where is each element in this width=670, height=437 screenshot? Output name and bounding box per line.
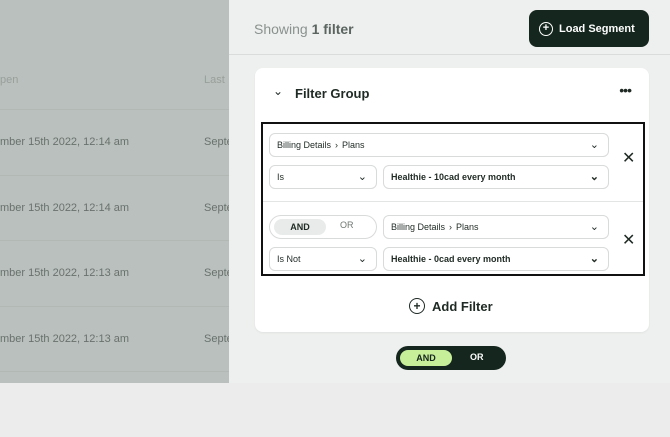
plus-circle-icon: + [539,21,553,36]
filter-count-value: 1 filter [311,21,354,37]
operator-label: Is [277,172,285,182]
property-select[interactable]: Billing Details › Plans ⌄ [383,215,609,239]
group-or-option[interactable]: OR [470,352,484,362]
chevron-down-icon: ⌄ [589,253,599,265]
property-select[interactable]: Billing Details › Plans ⌄ [269,133,609,157]
filter-group-card: ⌄ Filter Group ••• Billing Details › Pla… [255,68,649,332]
chevron-down-icon: ⌄ [589,139,599,151]
header-divider [229,54,670,55]
and-or-toggle[interactable]: AND OR [269,215,377,239]
filter-group-title: Filter Group [295,86,370,101]
chevron-down-icon: ⌄ [357,253,367,265]
operator-select[interactable]: Is ⌄ [269,165,377,189]
property-label: Billing Details [277,140,332,150]
chevron-down-icon: ⌄ [589,171,599,183]
filter-count-prefix: Showing [254,21,308,37]
chevron-down-icon: ⌄ [357,171,367,183]
remove-filter-icon[interactable]: ✕ [622,230,635,250]
remove-filter-icon[interactable]: ✕ [622,148,635,168]
filter-list: Billing Details › Plans ⌄ Is ⌄ Healthie … [261,122,645,276]
and-option[interactable]: AND [274,219,326,235]
add-filter-button[interactable]: + Add Filter [409,298,493,314]
breadcrumb-chevron-icon: › [449,222,453,232]
filter-divider [263,201,643,202]
value-select[interactable]: Healthie - 10cad every month ⌄ [383,165,609,189]
value-label: Healthie - 10cad every month [391,172,516,182]
group-and-option[interactable]: AND [400,350,452,366]
filter-count-text: Showing 1 filter [254,21,354,37]
group-and-or-toggle[interactable]: AND OR [396,346,506,370]
property-sub-label: Plans [456,222,479,232]
chevron-down-icon[interactable]: ⌄ [273,84,283,98]
or-option[interactable]: OR [340,220,354,230]
modal-backdrop[interactable] [0,0,229,383]
property-label: Billing Details [391,222,446,232]
add-filter-label: Add Filter [432,298,493,314]
value-select[interactable]: Healthie - 0cad every month ⌄ [383,247,609,271]
chevron-down-icon: ⌄ [589,221,599,233]
load-segment-button[interactable]: + Load Segment [529,10,649,47]
breadcrumb-chevron-icon: › [335,140,339,150]
value-label: Healthie - 0cad every month [391,254,511,264]
operator-select[interactable]: Is Not ⌄ [269,247,377,271]
filter-drawer: Showing 1 filter + Load Segment ⌄ Filter… [229,0,670,383]
load-segment-label: Load Segment [559,22,635,35]
plus-circle-icon: + [409,298,425,314]
more-options-icon[interactable]: ••• [619,82,632,98]
property-sub-label: Plans [342,140,365,150]
operator-label: Is Not [277,254,301,264]
